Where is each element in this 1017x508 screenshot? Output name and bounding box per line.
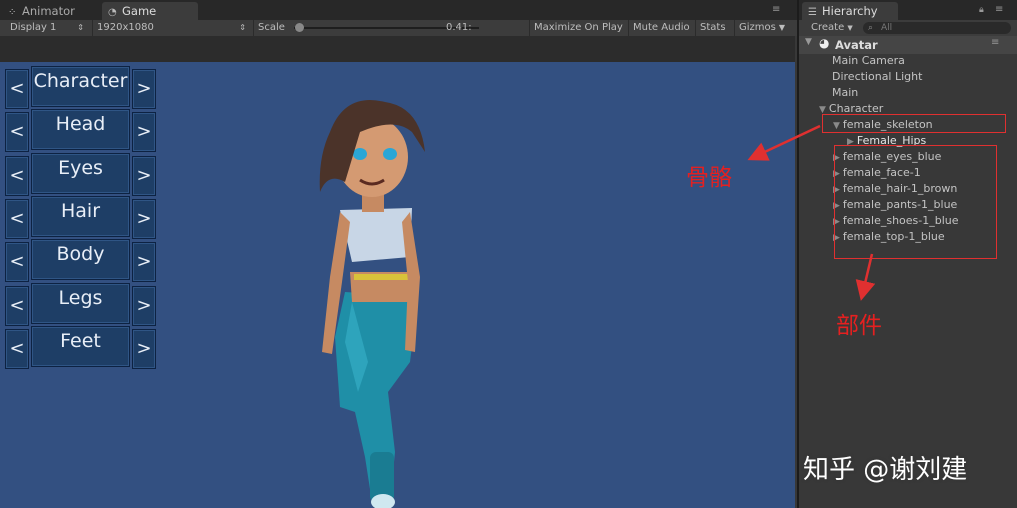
- watermark: 知乎 @谢刘建: [803, 455, 968, 485]
- parts-annotation: 部件: [836, 313, 882, 339]
- skeleton-arrow: [747, 124, 821, 161]
- parts-arrow: [855, 253, 876, 301]
- skeleton-annotation: 骨骼: [686, 165, 732, 191]
- annotation-arrows: [747, 124, 876, 301]
